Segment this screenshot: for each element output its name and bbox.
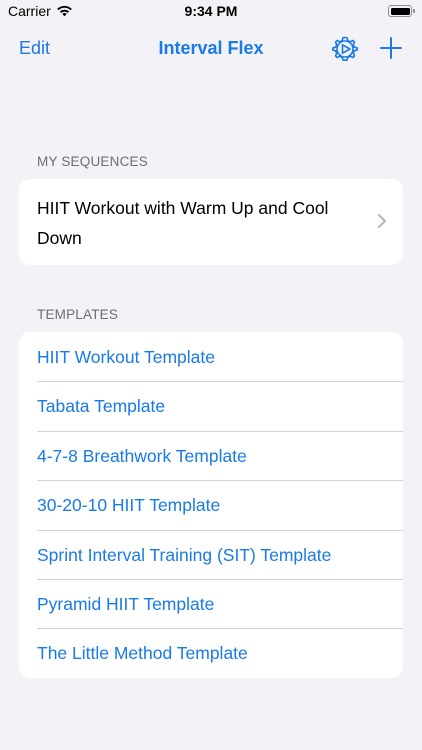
- screen: Carrier 9:34 PM Edit Interval Flex MY SE…: [0, 0, 422, 750]
- template-row[interactable]: Pyramid HIIT Template: [19, 578, 403, 628]
- template-row[interactable]: Tabata Template: [19, 381, 403, 430]
- template-row[interactable]: 30-20-10 HIIT Template: [19, 480, 403, 529]
- section-header-my-sequences: MY SEQUENCES: [37, 154, 148, 169]
- template-label: Pyramid HIIT Template: [37, 593, 215, 614]
- template-label: The Little Method Template: [37, 643, 248, 664]
- template-row[interactable]: The Little Method Template: [19, 628, 403, 677]
- clock: 9:34 PM: [184, 3, 238, 19]
- my-sequences-list: HIIT Workout with Warm Up and Cool Down: [19, 179, 403, 265]
- plus-icon[interactable]: [379, 36, 403, 60]
- chevron-right-icon: [378, 214, 386, 228]
- templates-list: HIIT Workout Template Tabata Template 4-…: [19, 332, 403, 678]
- template-label: HIIT Workout Template: [37, 347, 215, 367]
- gear-play-icon[interactable]: [331, 35, 359, 63]
- sequence-row[interactable]: HIIT Workout with Warm Up and Cool Down: [19, 179, 403, 265]
- template-label: Sprint Interval Training (SIT) Template: [37, 544, 332, 565]
- template-label: 30-20-10 HIIT Template: [37, 495, 221, 516]
- sequence-label: HIIT Workout with Warm Up and Cool Down: [37, 198, 329, 248]
- battery-icon: [388, 5, 415, 17]
- navigation-bar: Edit Interval Flex: [0, 28, 422, 68]
- template-row[interactable]: HIIT Workout Template: [19, 332, 403, 381]
- template-row[interactable]: Sprint Interval Training (SIT) Template: [19, 529, 403, 579]
- section-header-templates: TEMPLATES: [37, 307, 119, 322]
- template-row[interactable]: 4-7-8 Breathwork Template: [19, 430, 403, 480]
- template-label: 4-7-8 Breathwork Template: [37, 445, 247, 466]
- template-label: Tabata Template: [37, 396, 166, 417]
- status-bar: Carrier 9:34 PM: [0, 0, 422, 24]
